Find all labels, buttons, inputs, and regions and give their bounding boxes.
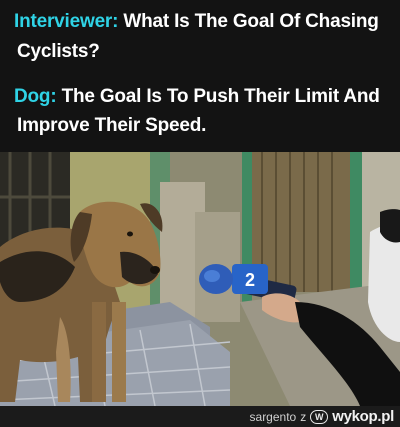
meme-image: Interviewer: What Is The Goal Of Chasing… — [0, 0, 400, 427]
caption-panel: Interviewer: What Is The Goal Of Chasing… — [0, 0, 400, 152]
uploader-name: sargento — [249, 409, 297, 424]
answer-line-1: Dog: The Goal Is To Push Their Limit And — [14, 85, 390, 109]
dog-label: Dog: — [14, 86, 57, 107]
brand-name: wykop.pl — [332, 408, 394, 425]
wykop-logo-icon: W — [310, 409, 329, 424]
mic-flag-number: 2 — [245, 270, 255, 290]
interview-photo: 2 — [0, 152, 400, 406]
answer-text-1: The Goal Is To Push Their Limit And — [61, 86, 380, 107]
interviewer-label: Interviewer: — [14, 11, 119, 32]
source-credit: sargento z W wykop.pl — [249, 408, 395, 425]
question-text-1: What Is The Goal Of Chasing — [123, 11, 379, 32]
answer-text-2: Improve Their Speed. — [17, 115, 207, 136]
question-text-2: Cyclists? — [17, 41, 100, 62]
watermark-bar: sargento z W wykop.pl — [0, 406, 400, 427]
question-line-1: Interviewer: What Is The Goal Of Chasing — [14, 10, 390, 34]
credit-separator: z — [300, 409, 307, 424]
